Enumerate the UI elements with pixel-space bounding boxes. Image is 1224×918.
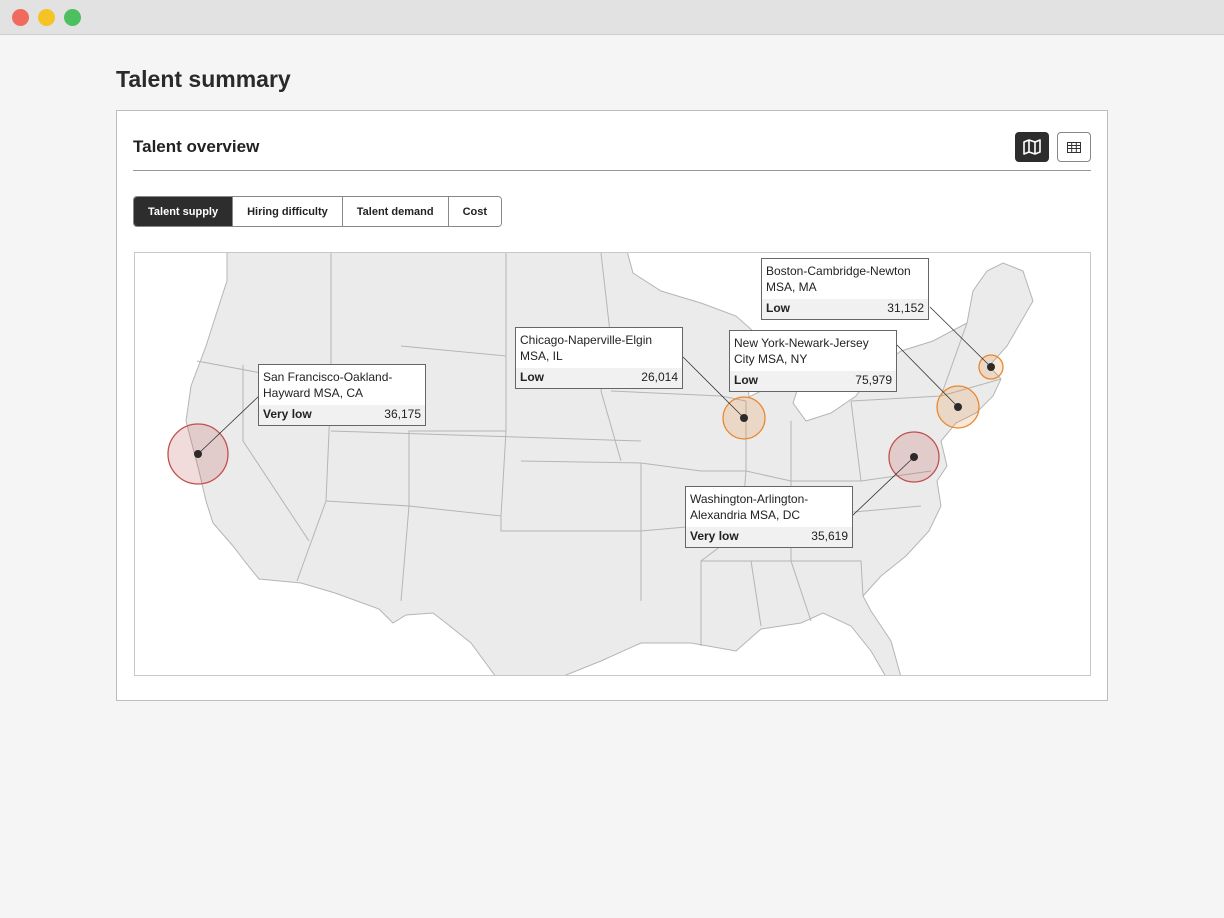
card-title: Talent overview [133, 137, 260, 156]
callout-name: Chicago-Naperville-Elgin MSA, IL [520, 333, 653, 363]
table-view-button[interactable] [1057, 132, 1091, 162]
callout-level: Very low [263, 407, 312, 421]
callout-name: Boston-Cambridge-Newton MSA, MA [766, 264, 911, 294]
callout-san-francisco[interactable]: San Francisco-Oakland-Hayward MSA, CA Ve… [258, 364, 426, 426]
window-titlebar [0, 0, 1224, 35]
window-maximize-button[interactable] [64, 9, 81, 26]
callout-value: 26,014 [641, 370, 678, 384]
callout-boston[interactable]: Boston-Cambridge-Newton MSA, MA Low 31,15… [761, 258, 929, 320]
window-minimize-button[interactable] [38, 9, 55, 26]
metric-tabs: Talent supply Hiring difficulty Talent d… [133, 196, 503, 227]
marker-layer [167, 306, 1004, 517]
leader-line-washington [851, 456, 915, 517]
page-title: Talent summary [116, 66, 291, 92]
callout-level: Low [520, 370, 544, 384]
us-map[interactable]: San Francisco-Oakland-Hayward MSA, CA Ve… [134, 252, 1091, 676]
leader-line-boston [929, 306, 992, 368]
callout-level: Very low [690, 529, 739, 543]
callout-value: 31,152 [887, 301, 924, 315]
callout-value: 36,175 [384, 407, 421, 421]
callout-name: Washington-Arlington-Alexandria MSA, DC [690, 492, 809, 522]
marker-dot-boston [987, 363, 995, 371]
callout-value: 75,979 [855, 373, 892, 387]
callout-value: 35,619 [811, 529, 848, 543]
window-close-button[interactable] [12, 9, 29, 26]
map-view-button[interactable] [1015, 132, 1049, 162]
callout-name: New York-Newark-Jersey City MSA, NY [734, 336, 869, 366]
callout-level: Low [734, 373, 758, 387]
marker-dot-washington [910, 453, 918, 461]
callout-washington[interactable]: Washington-Arlington-Alexandria MSA, DC … [685, 486, 853, 548]
callout-level: Low [766, 301, 790, 315]
talent-overview-card: Talent overview Talent supply Hiring dif… [116, 110, 1108, 701]
marker-dot-chicago [740, 414, 748, 422]
table-icon [1067, 141, 1081, 153]
leader-line-new-york [896, 344, 959, 408]
callout-name: San Francisco-Oakland-Hayward MSA, CA [263, 370, 393, 400]
callout-new-york[interactable]: New York-Newark-Jersey City MSA, NY Low 7… [729, 330, 897, 392]
tab-talent-demand[interactable]: Talent demand [341, 197, 448, 226]
divider [133, 170, 1091, 171]
map-icon [1023, 139, 1041, 155]
tab-cost[interactable]: Cost [447, 197, 502, 226]
marker-dot-new-york [954, 403, 962, 411]
tab-hiring-difficulty[interactable]: Hiring difficulty [232, 197, 342, 226]
marker-dot-san-francisco [194, 450, 202, 458]
callout-chicago[interactable]: Chicago-Naperville-Elgin MSA, IL Low 26,0… [515, 327, 683, 389]
tab-talent-supply[interactable]: Talent supply [134, 197, 233, 226]
